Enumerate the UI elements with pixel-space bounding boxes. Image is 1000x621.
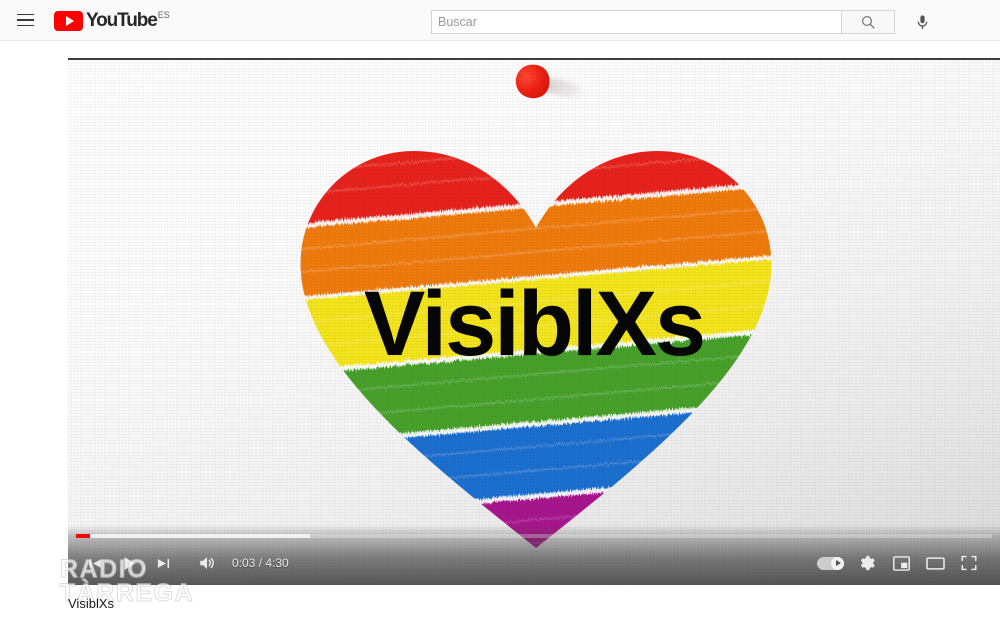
- video-player[interactable]: VisiblXs 0:03 / 4:30: [68, 58, 1000, 585]
- controls-left-group: 0:03 / 4:30: [68, 546, 289, 580]
- video-title: VisiblXs: [68, 596, 115, 611]
- youtube-logo-link[interactable]: YouTube ES: [54, 10, 170, 31]
- play-button[interactable]: [112, 546, 146, 580]
- paint-blob-decoration: [507, 60, 585, 114]
- next-track-icon: [157, 558, 169, 568]
- play-icon: [124, 556, 135, 570]
- progress-bar-loaded: [76, 534, 311, 538]
- youtube-wordmark: YouTube: [86, 9, 158, 31]
- theater-mode-icon: [925, 556, 945, 570]
- poster-overlay-title: VisiblXs: [363, 273, 706, 375]
- settings-button[interactable]: [850, 546, 884, 580]
- hamburger-line: [16, 13, 34, 16]
- next-track-button[interactable]: [146, 546, 180, 580]
- theater-mode-button[interactable]: [918, 546, 952, 580]
- time-display: 0:03 / 4:30: [232, 556, 289, 570]
- autoplay-toggle-knob: [831, 556, 844, 570]
- play-triangle-icon: [65, 15, 74, 26]
- guide-menu-button[interactable]: [8, 3, 42, 37]
- voice-search-button[interactable]: [907, 9, 937, 35]
- paint-blob-cap: [511, 60, 555, 103]
- autoplay-toggle[interactable]: [817, 556, 844, 570]
- youtube-country-code: ES: [157, 9, 170, 20]
- previous-track-button[interactable]: [78, 546, 112, 580]
- controls-row: 0:03 / 4:30: [68, 545, 1000, 581]
- progress-bar-track[interactable]: [76, 534, 992, 538]
- search-submit-button[interactable]: [841, 10, 895, 34]
- player-control-bar: 0:03 / 4:30: [68, 525, 1000, 585]
- hamburger-line: [16, 24, 34, 27]
- fullscreen-button[interactable]: [952, 546, 986, 580]
- previous-track-icon: [89, 558, 101, 568]
- search-input[interactable]: [431, 10, 841, 34]
- search-icon: [861, 15, 875, 29]
- gear-icon: [860, 555, 875, 571]
- progress-bar-played: [76, 534, 91, 538]
- controls-right-group: [817, 546, 1000, 580]
- microphone-icon: [917, 14, 927, 29]
- masthead-header: YouTube ES: [0, 0, 1000, 41]
- hamburger-line: [16, 19, 34, 21]
- vintage-microphone-icon: [25, 560, 51, 604]
- youtube-play-icon: [54, 10, 83, 31]
- video-poster-frame: VisiblXs 0:03 / 4:30: [68, 60, 1000, 585]
- miniplayer-icon: [892, 555, 910, 571]
- autoplay-play-glyph-icon: [835, 560, 841, 566]
- search-area: [431, 9, 937, 35]
- volume-button[interactable]: [190, 546, 224, 580]
- volume-high-icon: [200, 557, 214, 569]
- fullscreen-icon: [961, 555, 977, 571]
- miniplayer-button[interactable]: [884, 546, 918, 580]
